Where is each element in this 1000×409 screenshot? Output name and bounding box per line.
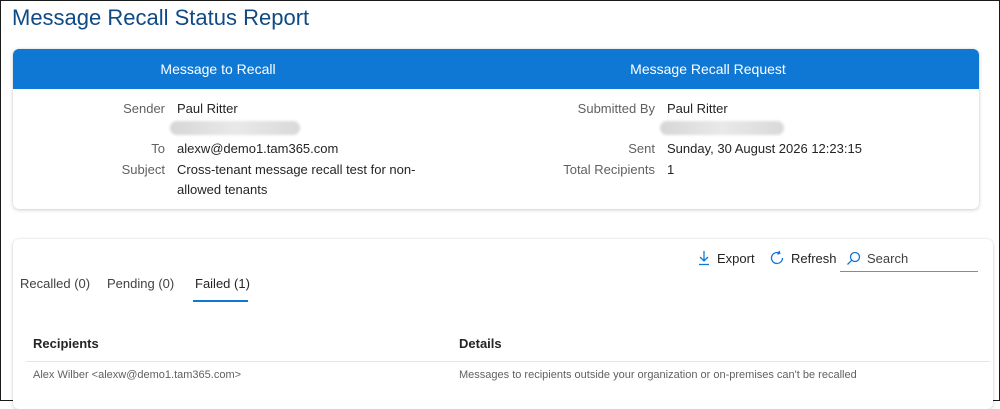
tab-pending[interactable]: Pending (0) — [107, 276, 174, 291]
column-header-details[interactable]: Details — [459, 336, 502, 351]
message-recall-request-heading: Message Recall Request — [630, 61, 786, 77]
recipient-cell: Alex Wilber <alexw@demo1.tam365.com> — [33, 369, 242, 381]
total-recipients-value: 1 — [667, 162, 675, 177]
sender-label: Sender — [123, 101, 165, 116]
sender-value: Paul Ritter — [177, 101, 238, 116]
submitted-by-value: Paul Ritter — [667, 101, 728, 116]
to-label: To — [151, 141, 165, 156]
sent-value: Sunday, 30 August 2026 12:23:15 — [667, 141, 862, 156]
details-cell: Messages to recipients outside your orga… — [459, 369, 857, 381]
search-placeholder: Search — [867, 250, 909, 266]
search-input[interactable]: Search — [840, 245, 978, 272]
card-header: Message to Recall Message Recall Request — [13, 49, 979, 89]
subject-value-line1: Cross-tenant message recall test for non… — [177, 162, 416, 177]
active-tab-indicator — [193, 300, 248, 302]
download-icon — [697, 250, 711, 266]
redacted-sender-address — [170, 121, 300, 135]
subject-label: Subject — [121, 162, 165, 177]
column-header-recipients[interactable]: Recipients — [33, 336, 99, 351]
redacted-submitter-address — [660, 121, 784, 135]
header-divider — [26, 361, 990, 362]
total-recipients-label: Total Recipients — [563, 162, 655, 177]
report-window: Message Recall Status Report Message to … — [0, 0, 1000, 409]
export-button[interactable]: Export — [697, 250, 755, 266]
page-title: Message Recall Status Report — [12, 5, 310, 30]
recall-results-card: Export Refresh Search Recalled (0) Pendi… — [13, 239, 993, 409]
submitted-by-label: Submitted By — [577, 101, 655, 116]
refresh-label: Refresh — [791, 250, 837, 266]
subject-value-line2: allowed tenants — [177, 182, 268, 197]
refresh-button[interactable]: Refresh — [769, 250, 837, 266]
message-details-card: Message to Recall Message Recall Request… — [13, 49, 979, 209]
to-value: alexw@demo1.tam365.com — [177, 141, 339, 156]
message-to-recall-heading: Message to Recall — [160, 61, 276, 77]
tab-recalled[interactable]: Recalled (0) — [20, 276, 90, 291]
refresh-icon — [769, 250, 785, 266]
tab-failed[interactable]: Failed (1) — [195, 276, 250, 291]
sent-label: Sent — [628, 141, 655, 156]
export-label: Export — [717, 250, 755, 266]
search-icon — [846, 251, 861, 266]
